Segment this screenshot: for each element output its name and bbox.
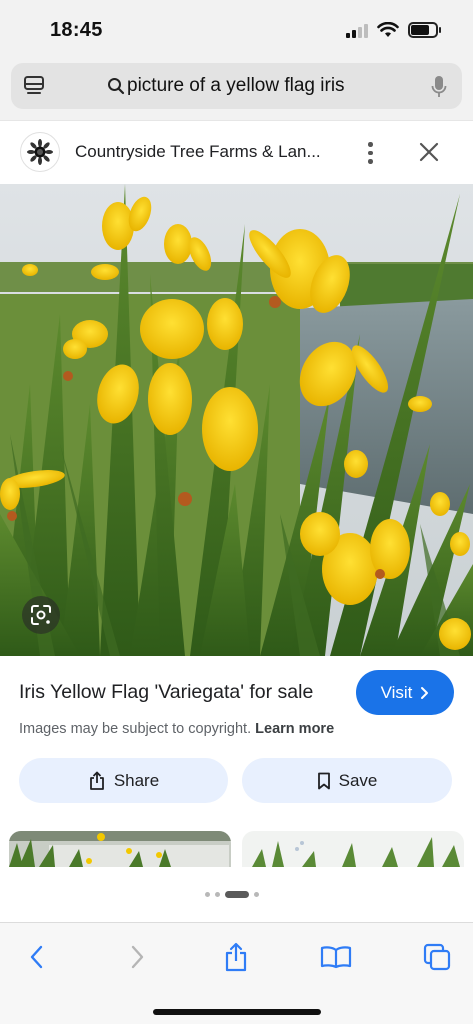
wifi-icon [377,22,399,37]
search-query-text[interactable]: picture of a yellow flag iris [107,75,345,97]
close-icon[interactable] [418,141,440,163]
tab-overview-icon[interactable] [23,75,45,97]
page-dot [254,891,259,897]
browser-address-area: picture of a yellow flag iris [0,60,473,120]
bookmark-icon [317,772,330,789]
page-dot [215,891,220,897]
forward-icon[interactable] [122,941,154,973]
more-vert-icon[interactable] [362,141,378,165]
battery-fill [411,25,429,35]
search-query: picture of a yellow flag iris [127,75,345,96]
save-button[interactable]: Save [242,758,452,803]
status-time: 18:45 [50,19,103,41]
source-site-name[interactable]: Countryside Tree Farms & Lan... [75,142,321,162]
related-image-1[interactable] [9,831,231,867]
copyright-notice: Images may be subject to copyright. Lear… [19,721,334,737]
share-label: Share [113,770,160,790]
microphone-icon[interactable] [431,75,447,99]
learn-more-link[interactable]: Learn more [255,721,334,737]
share-sheet-icon[interactable] [220,941,252,973]
visit-label: Visit [380,682,413,702]
source-header: Countryside Tree Farms & Lan... [0,120,473,184]
status-bar: 18:45 [0,0,473,60]
google-lens-icon[interactable] [22,596,60,634]
cellular-signal-icon [346,24,370,38]
tabs-icon[interactable] [421,941,453,973]
iris-photo [0,184,473,656]
chevron-right-icon [421,686,429,699]
page-dot-active [225,890,249,898]
result-title[interactable]: Iris Yellow Flag 'Variegata' for sale [19,681,313,704]
bookmarks-icon[interactable] [320,941,352,973]
home-indicator[interactable] [153,1009,321,1015]
share-button[interactable]: Share [19,758,228,803]
back-icon[interactable] [20,941,52,973]
result-image[interactable] [0,184,473,656]
sunflower-logo-icon [20,132,60,172]
battery-icon [408,22,441,38]
save-label: Save [338,770,378,790]
copyright-text: Images may be subject to copyright. [19,721,252,737]
search-bar[interactable]: picture of a yellow flag iris [11,63,462,109]
related-image-2[interactable] [242,831,464,867]
share-icon [89,771,104,790]
visit-button[interactable]: Visit [356,670,454,715]
page-dot [205,891,210,897]
search-icon [108,78,125,95]
safari-toolbar [0,922,473,1024]
pagination-dots [205,890,259,898]
